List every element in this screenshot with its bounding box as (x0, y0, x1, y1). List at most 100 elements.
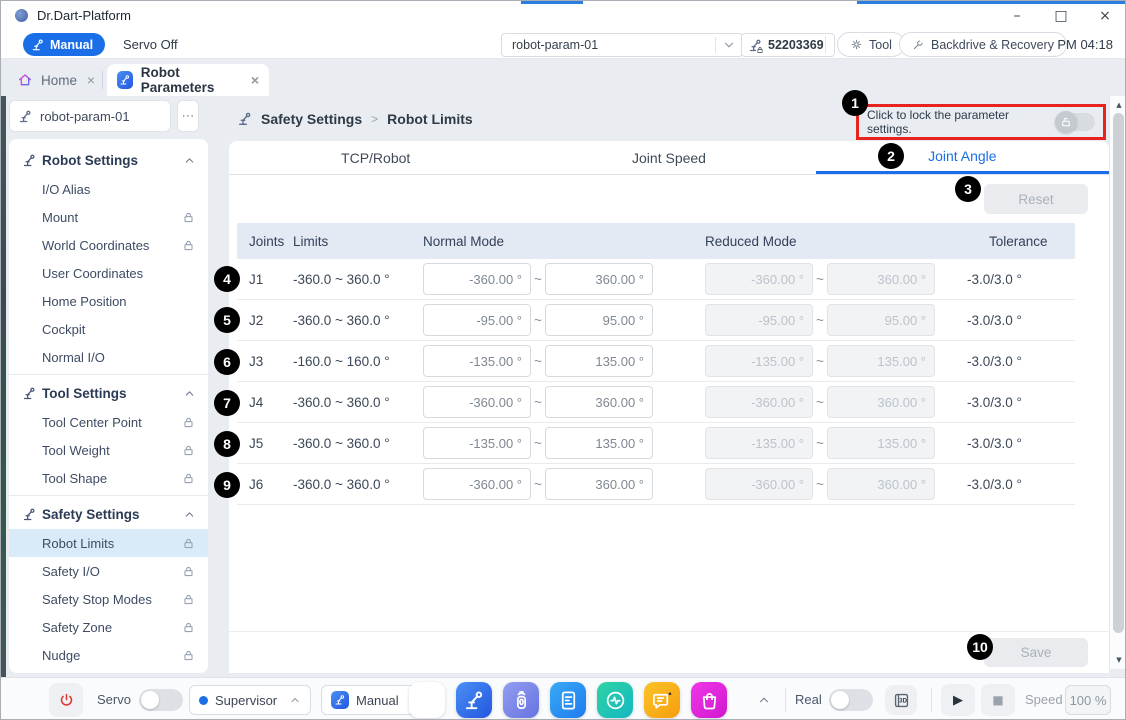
vertical-scrollbar[interactable]: ▲ ▼ (1109, 96, 1126, 669)
close-tab-icon[interactable]: × (251, 73, 259, 87)
dock-collapse-button[interactable] (753, 689, 775, 711)
param-file-name[interactable]: robot-param-01 (9, 100, 171, 132)
tab-joint-angle[interactable]: Joint Angle (816, 141, 1109, 174)
reset-button[interactable]: Reset (984, 184, 1088, 214)
tab-robot-parameters[interactable]: Robot Parameters × (107, 64, 269, 96)
header-joints: Joints (237, 234, 293, 249)
teach-pendant-app-icon[interactable] (503, 682, 539, 718)
lock-icon (756, 46, 764, 54)
joint-limits-value: -360.0 ~ 360.0 ° (293, 436, 423, 451)
normal-min-input[interactable]: -360.00 ° (423, 468, 531, 500)
power-button[interactable] (49, 683, 83, 717)
lock-icon (182, 593, 195, 606)
sidebar-section-header[interactable]: Robot Settings (9, 145, 208, 175)
sidebar-item-tool-shape[interactable]: Tool Shape (9, 464, 208, 492)
servo-status-label: Servo Off (123, 37, 178, 52)
close-button[interactable]: × (1083, 1, 1126, 30)
maximize-button[interactable]: □ (1039, 1, 1083, 30)
3d-view-button[interactable] (885, 685, 917, 715)
store-app-icon[interactable] (691, 682, 727, 718)
servo-label: Servo (97, 692, 131, 707)
tool-button[interactable]: Tool (837, 32, 905, 57)
sidebar-item-safety-zone[interactable]: Safety Zone (9, 613, 208, 641)
breadcrumb-safety-settings[interactable]: Safety Settings (261, 111, 362, 127)
desktop-edge (1, 96, 6, 677)
reduced-min-input: -360.00 ° (705, 263, 813, 295)
save-button[interactable]: Save (984, 638, 1088, 667)
sidebar-item-normal-i-o[interactable]: Normal I/O (9, 343, 208, 371)
backdrive-recovery-button[interactable]: Backdrive & Recovery (899, 32, 1067, 57)
sidebar-item-user-coordinates[interactable]: User Coordinates (9, 259, 208, 287)
sidebar-item-robot-limits[interactable]: Robot Limits (9, 529, 208, 557)
manual-mode-button[interactable]: Manual (23, 33, 105, 56)
annotation-badge-5: 5 (214, 307, 240, 333)
joint-table-row: J6 -360.0 ~ 360.0 ° -360.00 ° ~ 360.00 °… (237, 464, 1075, 505)
normal-min-input[interactable]: -360.00 ° (423, 386, 531, 418)
normal-min-input[interactable]: -135.00 ° (423, 345, 531, 377)
tab-tcp-robot[interactable]: TCP/Robot (229, 141, 522, 174)
parameter-lock-toggle[interactable] (1057, 113, 1095, 131)
lock-icon (182, 416, 195, 429)
sidebar-item-tool-weight[interactable]: Tool Weight (9, 436, 208, 464)
reduced-max-input: 95.00 ° (827, 304, 935, 336)
message-app-icon[interactable] (644, 682, 680, 718)
sidebar-item-cockpit[interactable]: Cockpit (9, 315, 208, 343)
normal-max-input[interactable]: 135.00 ° (545, 345, 653, 377)
normal-min-input[interactable]: -135.00 ° (423, 427, 531, 459)
tab-home[interactable]: Home × (13, 64, 105, 96)
normal-max-input[interactable]: 360.00 ° (545, 468, 653, 500)
sidebar-item-home-position[interactable]: Home Position (9, 287, 208, 315)
header-reduced-mode: Reduced Mode (705, 234, 989, 249)
reduced-max-input: 360.00 ° (827, 386, 935, 418)
normal-max-input[interactable]: 95.00 ° (545, 304, 653, 336)
sidebar-item-world-coordinates[interactable]: World Coordinates (9, 231, 208, 259)
more-options-button[interactable]: ⋯ (177, 100, 199, 132)
sidebar-item-mount[interactable]: Mount (9, 203, 208, 231)
scroll-down-arrow-icon[interactable]: ▼ (1110, 653, 1126, 667)
sidebar-section-header[interactable]: Tool Settings (9, 378, 208, 408)
real-mode-toggle[interactable] (829, 689, 873, 711)
servo-toggle[interactable] (139, 689, 183, 711)
power-icon (58, 692, 75, 709)
task-document-app-icon[interactable] (550, 682, 586, 718)
sidebar-section-title: Robot Settings (42, 153, 138, 168)
scroll-up-arrow-icon[interactable]: ▲ (1110, 98, 1126, 112)
home-icon (17, 72, 33, 88)
sidebar-item-tool-center-point[interactable]: Tool Center Point (9, 408, 208, 436)
chevron-up-icon (183, 387, 196, 400)
reduced-min-input: -360.00 ° (705, 386, 813, 418)
scrollbar-thumb[interactable] (1113, 113, 1124, 633)
annotation-badge-4: 4 (214, 266, 240, 292)
stop-button[interactable]: ■ (981, 684, 1015, 716)
normal-max-input[interactable]: 360.00 ° (545, 386, 653, 418)
joint-label: J5 (237, 436, 293, 451)
annotation-badge-1: 1 (842, 90, 868, 116)
reduced-max-input: 135.00 ° (827, 345, 935, 377)
robot-param-dropdown[interactable]: robot-param-01 (501, 33, 743, 57)
sidebar-item-safety-stop-modes[interactable]: Safety Stop Modes (9, 585, 208, 613)
sidebar-item-i-o-alias[interactable]: I/O Alias (9, 175, 208, 203)
normal-max-input[interactable]: 135.00 ° (545, 427, 653, 459)
sidebar-section-header[interactable]: Safety Settings (9, 499, 208, 529)
tolerance-value: -3.0/3.0 ° (967, 313, 1075, 328)
normal-max-input[interactable]: 360.00 ° (545, 263, 653, 295)
home-app-icon[interactable] (409, 682, 445, 718)
chevron-up-icon (183, 508, 196, 521)
role-select[interactable]: Supervisor (189, 685, 311, 715)
robot-arm-icon (22, 386, 37, 401)
monitoring-app-icon[interactable] (597, 682, 633, 718)
normal-min-input[interactable]: -95.00 ° (423, 304, 531, 336)
title-bar: Dr.Dart-Platform – □ × (1, 1, 1126, 30)
robot-parameters-app-icon[interactable] (456, 682, 492, 718)
divider (931, 688, 932, 712)
sidebar-item-safety-i-o[interactable]: Safety I/O (9, 557, 208, 585)
minimize-button[interactable]: – (995, 1, 1039, 30)
tab-joint-speed[interactable]: Joint Speed (522, 141, 815, 174)
close-tab-icon[interactable]: × (87, 73, 95, 87)
sidebar-item-nudge[interactable]: Nudge (9, 641, 208, 669)
robot-serial-field: 52203369 (741, 33, 835, 57)
divider (785, 688, 786, 712)
normal-min-input[interactable]: -360.00 ° (423, 263, 531, 295)
background-window-edge (857, 1, 1126, 4)
play-button[interactable]: ▶ (941, 684, 975, 716)
